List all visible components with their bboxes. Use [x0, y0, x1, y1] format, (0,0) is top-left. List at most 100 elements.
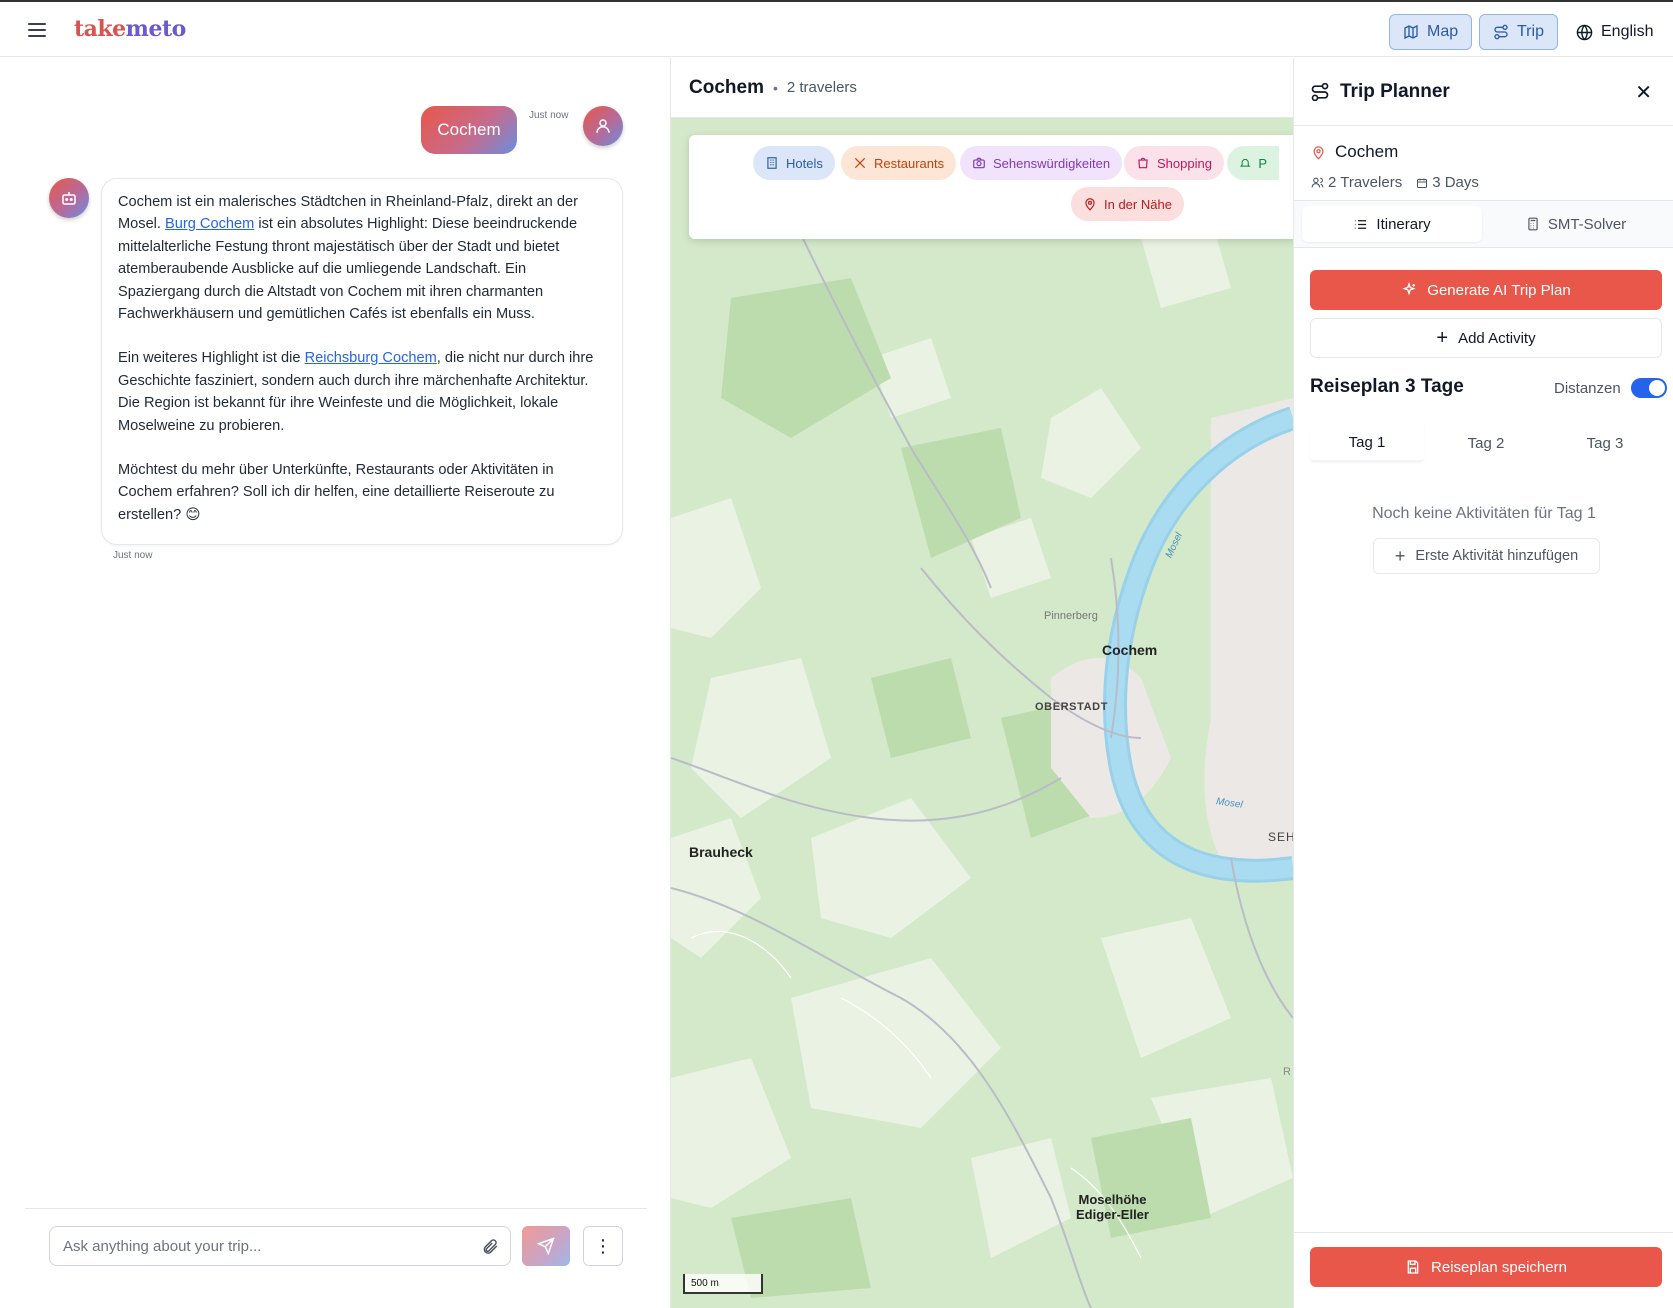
chip-partial[interactable]: P — [1227, 146, 1279, 180]
bell-icon — [1239, 158, 1251, 167]
plus-icon: + — [1436, 327, 1449, 349]
add-activity-label: Add Activity — [1458, 329, 1536, 347]
divider — [1294, 1232, 1673, 1233]
user-message-time: Just now — [529, 110, 569, 121]
map-label-brauheck: Brauheck — [689, 844, 753, 860]
tab-smt-solver[interactable]: SMT-Solver — [1486, 206, 1666, 242]
chip-hotels-label: Hotels — [786, 155, 823, 171]
trip-button-label: Trip — [1517, 23, 1544, 40]
tab-day-1[interactable]: Tag 1 — [1310, 424, 1424, 462]
logo[interactable]: takemeto — [74, 16, 186, 42]
map-button-label: Map — [1427, 23, 1459, 40]
user-message: Cochem — [421, 106, 517, 154]
separator-dot: • — [772, 79, 778, 96]
more-vertical-icon: ⋮ — [594, 1235, 612, 1256]
bot-paragraph-2: Ein weiteres Highlight ist die Reichsbur… — [118, 347, 606, 437]
route-icon — [1494, 24, 1508, 40]
chip-hotels[interactable]: Hotels — [753, 146, 835, 180]
user-icon — [596, 119, 610, 133]
add-first-activity-button[interactable]: + Erste Aktivität hinzufügen — [1373, 538, 1600, 574]
chip-sights[interactable]: Sehenswürdigkeiten — [960, 146, 1123, 180]
map-pin-icon — [1085, 198, 1095, 211]
tab-itinerary-label: Itinerary — [1376, 215, 1431, 233]
map-canvas[interactable] — [671, 118, 1293, 1308]
tab-smt-solver-label: SMT-Solver — [1547, 215, 1627, 233]
map-button[interactable]: Map — [1389, 14, 1473, 50]
itinerary-title: Reiseplan 3 Tage — [1310, 376, 1464, 397]
add-first-activity-label: Erste Aktivität hinzufügen — [1415, 548, 1579, 564]
chat-input[interactable]: Ask anything about your trip... — [49, 1226, 511, 1266]
map-panel[interactable]: Cochem • 2 travelers Cochem OBERSTADT Pi… — [671, 58, 1293, 1308]
chip-partial-label: P — [1258, 155, 1267, 171]
language-selector[interactable]: English — [1576, 14, 1653, 50]
days-label: 3 Days — [1432, 174, 1479, 191]
map-scale: 500 m — [683, 1274, 763, 1294]
menu-icon[interactable] — [28, 23, 46, 37]
sparkles-icon — [1402, 282, 1416, 296]
send-button[interactable] — [522, 1226, 570, 1266]
map-label-oberstadt: OBERSTADT — [1035, 701, 1109, 713]
reichsburg-cochem-link[interactable]: Reichsburg Cochem — [305, 350, 437, 366]
empty-state-text: Noch keine Aktivitäten für Tag 1 — [1372, 505, 1596, 522]
divider — [25, 1208, 647, 1209]
chip-nearby-label: In der Nähe — [1104, 196, 1172, 212]
distances-label: Distanzen — [1554, 379, 1621, 397]
map-label-edge: R — [1283, 1066, 1291, 1078]
tab-day-2[interactable]: Tag 2 — [1429, 424, 1543, 462]
category-filter-panel: Hotels Restaurants Sehenswürdigkeiten Sh… — [689, 135, 1293, 239]
tab-itinerary[interactable]: Itinerary — [1302, 206, 1482, 242]
save-itinerary-label: Reiseplan speichern — [1431, 1258, 1567, 1276]
chip-shopping[interactable]: Shopping — [1124, 146, 1224, 180]
bot-text: Ein weiteres Highlight ist die — [118, 350, 305, 367]
user-avatar — [583, 106, 623, 146]
top-bar: takemeto Map Trip English — [0, 0, 1673, 57]
travelers-count: 2 Travelers — [1311, 174, 1402, 191]
map-header: Cochem • 2 travelers — [671, 58, 1293, 118]
map-icon — [1404, 24, 1418, 40]
bot-icon — [62, 192, 76, 205]
map-subtitle: 2 travelers — [786, 79, 857, 96]
distances-toggle-row: Distanzen — [1554, 378, 1667, 398]
tab-day-3[interactable]: Tag 3 — [1548, 424, 1662, 462]
logo-part-2: meto — [125, 16, 187, 42]
map-label-moselhoehe: Moselhöhe Ediger-Eller — [1076, 1192, 1149, 1222]
trip-button[interactable]: Trip — [1479, 14, 1558, 50]
users-icon — [1311, 177, 1324, 188]
add-activity-button[interactable]: + Add Activity — [1310, 318, 1662, 358]
chip-sights-label: Sehenswürdigkeiten — [993, 155, 1111, 171]
map-label-pinnerberg: Pinnerberg — [1044, 610, 1098, 622]
calculator-icon — [1528, 217, 1538, 231]
map-label-seh: SEH — [1268, 830, 1293, 844]
save-itinerary-button[interactable]: Reiseplan speichern — [1310, 1247, 1662, 1287]
bot-message: Cochem ist ein malerisches Städtchen in … — [101, 178, 623, 545]
map-pin-icon — [1313, 145, 1324, 160]
map-label-moselhoehe-line2: Ediger-Eller — [1076, 1207, 1149, 1222]
save-icon — [1407, 1260, 1419, 1274]
close-icon[interactable]: ✕ — [1635, 80, 1652, 105]
distances-toggle[interactable] — [1630, 378, 1667, 398]
building-icon — [767, 157, 777, 169]
map-title: Cochem — [689, 76, 764, 98]
chip-restaurants-label: Restaurants — [874, 155, 945, 171]
days-count: 3 Days — [1416, 174, 1479, 191]
language-label: English — [1601, 23, 1654, 40]
more-options-button[interactable]: ⋮ — [583, 1226, 623, 1266]
globe-icon — [1576, 24, 1593, 40]
bot-avatar — [49, 178, 89, 218]
chip-nearby[interactable]: In der Nähe — [1071, 187, 1184, 221]
trip-planner-panel: Trip Planner ✕ Cochem 2 Travelers 3 Days… — [1293, 58, 1673, 1308]
map-label-moselhoehe-line1: Moselhöhe — [1078, 1192, 1147, 1207]
logo-part-1: take — [74, 16, 126, 42]
burg-cochem-link[interactable]: Burg Cochem — [165, 216, 254, 232]
paperclip-icon[interactable] — [481, 1237, 499, 1255]
route-icon — [1311, 82, 1329, 101]
generate-ai-trip-plan-button[interactable]: Generate AI Trip Plan — [1310, 270, 1662, 310]
chat-input-placeholder: Ask anything about your trip... — [63, 1237, 262, 1255]
send-icon — [537, 1237, 555, 1255]
planner-tabs: Itinerary SMT-Solver — [1294, 200, 1673, 248]
destination: Cochem — [1311, 142, 1398, 162]
shopping-bag-icon — [1138, 157, 1148, 169]
camera-icon — [973, 157, 985, 169]
generate-button-label: Generate AI Trip Plan — [1427, 281, 1571, 299]
chip-restaurants[interactable]: Restaurants — [841, 146, 957, 180]
